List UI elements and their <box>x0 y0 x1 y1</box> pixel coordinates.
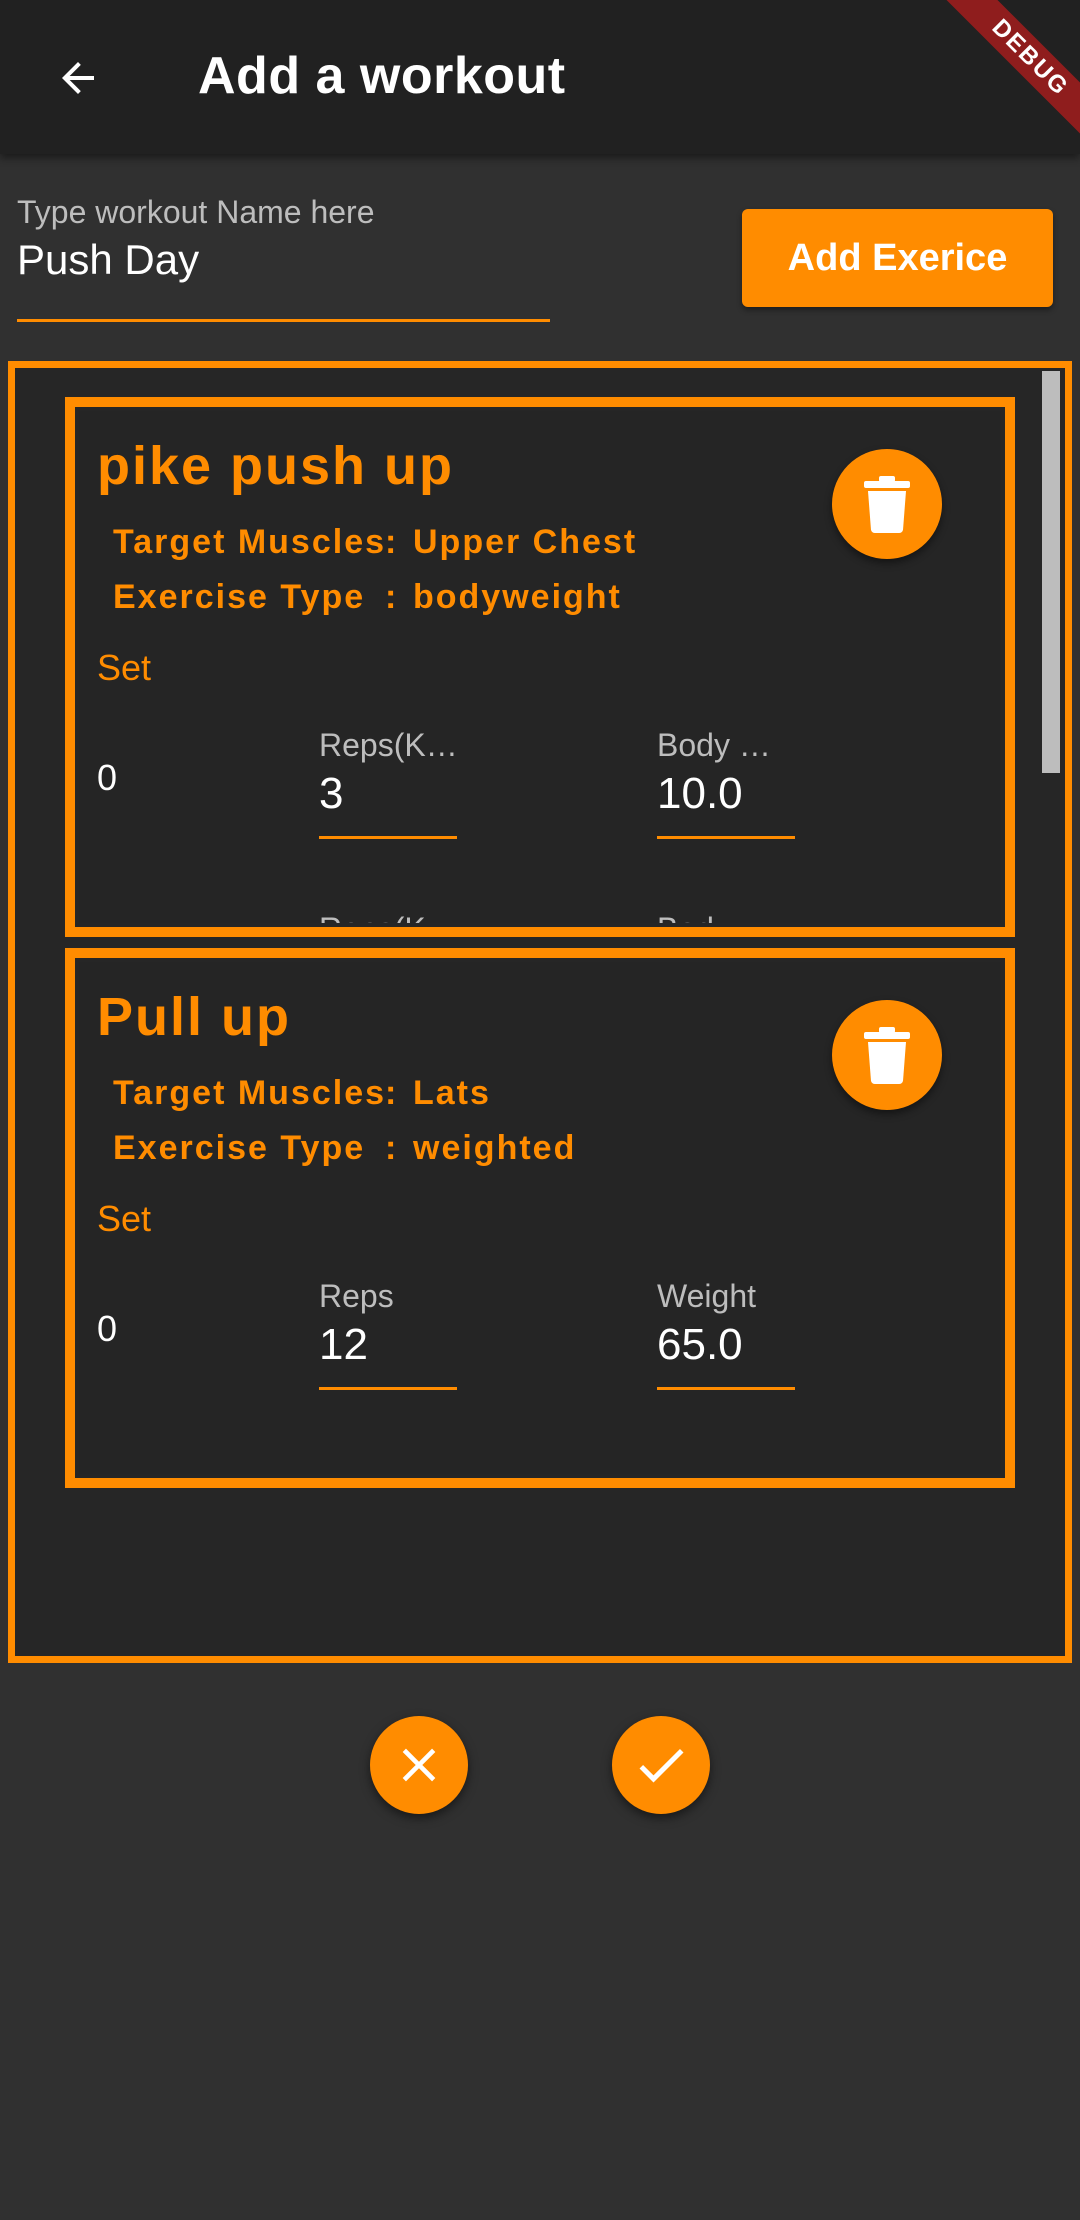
reps-field[interactable]: Reps 12 <box>319 1278 457 1390</box>
set-index: 0 <box>97 1308 118 1349</box>
delete-exercise-button[interactable] <box>832 449 942 559</box>
target-muscles-row: Target Muscles : Lats <box>113 1074 491 1113</box>
separator: : <box>385 523 399 561</box>
separator: : <box>385 1129 399 1167</box>
body-weight-field[interactable]: Body … 10.0 <box>657 727 795 839</box>
body-weight-input[interactable]: 10.0 <box>657 769 743 819</box>
back-button[interactable] <box>40 40 116 116</box>
exercise-title: pike push up <box>97 436 455 496</box>
reps-field-label: Reps <box>319 1278 394 1314</box>
add-exercise-button[interactable]: Add Exerice <box>742 209 1053 307</box>
weight-field[interactable]: Weight 65.0 <box>657 1278 795 1390</box>
workout-name-input[interactable]: Push Day <box>17 236 199 284</box>
set-index: 0 <box>97 757 118 798</box>
workout-name-field[interactable]: Type workout Name here Push Day <box>17 186 550 322</box>
exercise-type-row: Exercise Type : weighted <box>113 1129 576 1168</box>
confirm-button[interactable] <box>612 1716 710 1814</box>
set-label: Set <box>97 647 152 688</box>
exercise-type-label: Exercise Type <box>113 1129 366 1167</box>
exercise-type-value: weighted <box>413 1129 577 1167</box>
app-bar: Add a workout <box>0 0 1080 154</box>
reps-field-label: Reps(K… <box>319 727 458 763</box>
separator: : <box>385 578 399 616</box>
target-muscles-label: Target Muscles <box>113 1074 387 1112</box>
weight-field-label: Weight <box>657 1278 757 1314</box>
trash-icon <box>864 476 910 533</box>
cancel-button[interactable] <box>370 1716 468 1814</box>
reps-input[interactable]: 12 <box>319 1320 368 1370</box>
check-icon <box>639 1748 684 1783</box>
target-muscles-label: Target Muscles <box>113 523 387 561</box>
reps-input[interactable]: 3 <box>319 769 343 819</box>
body-weight-field-label: Body … <box>657 727 771 763</box>
reps-field[interactable]: Reps(K… 3 <box>319 727 458 839</box>
separator: : <box>385 1074 399 1112</box>
exercise-type-row: Exercise Type : bodyweight <box>113 578 622 617</box>
target-muscles-row: Target Muscles : Upper Chest <box>113 523 637 562</box>
trash-icon <box>864 1027 910 1084</box>
set-label: Set <box>97 1198 152 1239</box>
exercise-card: pike push up Target Muscles : Upper Ches… <box>65 397 1015 937</box>
weight-input[interactable]: 65.0 <box>657 1320 743 1370</box>
exercise-card: Pull up Target Muscles : Lats Exercise T… <box>65 948 1015 1488</box>
close-icon <box>402 1748 436 1782</box>
delete-exercise-button[interactable] <box>832 1000 942 1110</box>
exercise-list-scrollbar[interactable] <box>1042 371 1060 773</box>
reps-field-label: Reps(K… <box>319 911 458 923</box>
page-title: Add a workout <box>198 47 566 105</box>
exercise-type-value: bodyweight <box>413 578 622 616</box>
target-muscles-value: Upper Chest <box>413 523 638 561</box>
exercise-type-label: Exercise Type <box>113 578 366 616</box>
body-weight-field[interactable]: Body … <box>657 911 795 923</box>
arrow-back-icon <box>62 62 94 94</box>
body-weight-field-label: Body … <box>657 911 771 923</box>
reps-field[interactable]: Reps(K… <box>319 911 458 923</box>
target-muscles-value: Lats <box>413 1074 491 1112</box>
workout-name-label: Type workout Name here <box>17 194 375 230</box>
exercise-title: Pull up <box>97 987 291 1047</box>
